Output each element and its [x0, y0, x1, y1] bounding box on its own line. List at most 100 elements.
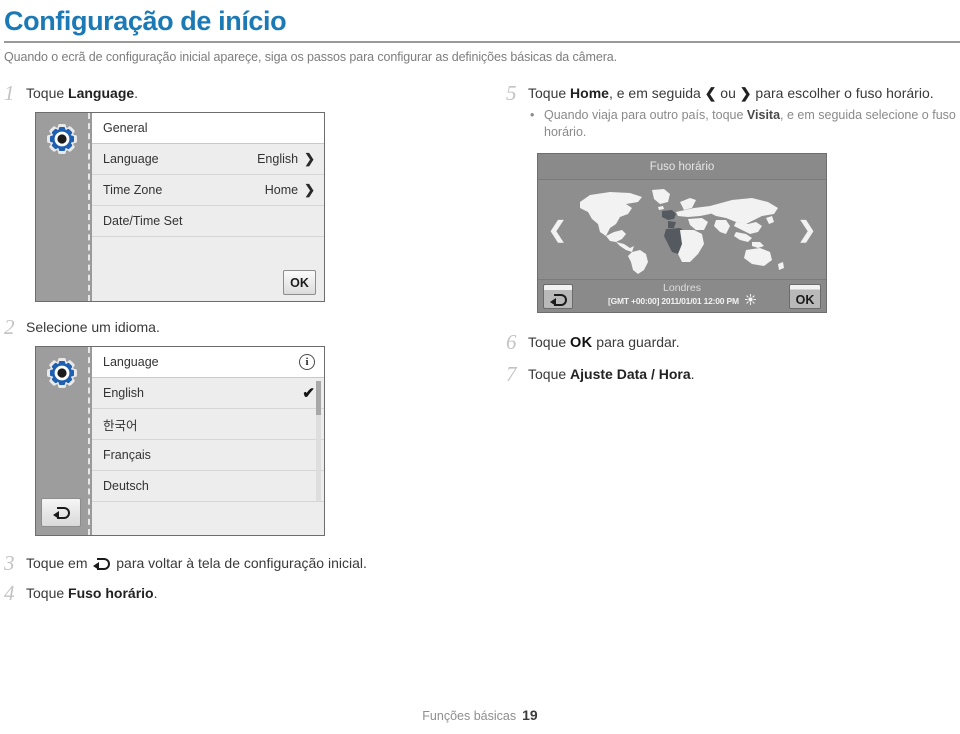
- step-1-pre: Toque: [26, 85, 69, 101]
- language-item-english[interactable]: English ✔: [92, 378, 324, 410]
- check-icon: ✔: [302, 385, 315, 403]
- step-5-post: para escolher o fuso horário.: [751, 85, 934, 101]
- timezone-next-button[interactable]: ❯: [798, 217, 816, 243]
- language-item-label: 한국어: [103, 418, 138, 433]
- chevron-right-icon: ❯: [739, 85, 752, 101]
- gear-icon: [45, 122, 79, 156]
- menu-row-date-time-set[interactable]: Date/Time Set: [92, 206, 324, 238]
- step-5-bullet: • Quando viaja para outro país, toque Vi…: [530, 107, 958, 141]
- language-item-french[interactable]: Français: [92, 440, 324, 472]
- timezone-timestamp-text: [GMT +00:00] 2011/01/01 12:00 PM: [607, 296, 739, 307]
- language-item-korean[interactable]: 한국어: [92, 409, 324, 441]
- title-divider: [4, 41, 960, 44]
- step-5-pre: Toque: [528, 85, 571, 101]
- language-list-scrollbar[interactable]: [316, 381, 321, 502]
- timezone-timestamp: [GMT +00:00] 2011/01/01 12:00 PM: [538, 294, 826, 307]
- step-5-number: 5: [506, 81, 517, 105]
- step-5-bullet-bold: Visita: [746, 108, 781, 123]
- step-4-text: Toque Fuso horário.: [26, 582, 158, 602]
- step-7-post: .: [690, 366, 695, 383]
- page-footer: Funções básicas 19: [0, 707, 960, 723]
- footer-page-number: 19: [522, 707, 538, 723]
- step-3-post: para voltar à tela de configuração inici…: [112, 555, 367, 572]
- step-6-bold: OK: [570, 335, 593, 352]
- menu-row-time-zone-label: Time Zone: [103, 183, 163, 198]
- step-6-pre: Toque: [528, 334, 571, 351]
- step-4-post: .: [153, 585, 158, 602]
- step-7: 7 Toque Ajuste Data / Hora.: [506, 363, 960, 386]
- screen-language-header-label: Language: [103, 355, 159, 370]
- step-5-bold: Home: [570, 85, 609, 101]
- page-header: Configuração de início Quando o ecrã de …: [0, 0, 960, 64]
- world-map-graphic: [580, 189, 784, 275]
- step-1-number: 1: [4, 81, 15, 105]
- step-2-number: 2: [4, 315, 15, 340]
- screen-general-header-row: General: [92, 113, 324, 145]
- step-6-text: Toque OK para guardar.: [528, 331, 680, 353]
- step-5-text: Toque Home, e em seguida ❮ ou ❯ para esc…: [528, 82, 958, 141]
- back-arrow-icon: [52, 506, 70, 520]
- gear-icon: [45, 356, 79, 390]
- left-column: 1 Toque Language. General Language Engli…: [4, 81, 474, 608]
- step-2: 2 Selecione um idioma.: [4, 315, 474, 340]
- step-5-bullet-text: Quando viaja para outro país, toque Visi…: [544, 107, 958, 141]
- menu-row-date-time-set-label: Date/Time Set: [103, 214, 183, 229]
- language-item-label: Deutsch: [103, 479, 149, 494]
- step-1-post: .: [134, 85, 139, 101]
- bullet-dot-icon: •: [530, 108, 535, 123]
- step-4-number: 4: [4, 581, 15, 606]
- screen-general-menu: General Language English ❯ Time Zone Hom…: [35, 112, 325, 303]
- menu-row-language-value: English: [257, 152, 299, 167]
- step-7-pre: Toque: [528, 366, 571, 383]
- screen-general-ok-button[interactable]: OK: [283, 270, 316, 296]
- back-arrow-icon: [93, 557, 111, 571]
- step-3-text: Toque em para voltar à tela de configura…: [26, 552, 367, 572]
- screen-language-sidebar: [36, 347, 90, 536]
- screen-general-list: General Language English ❯ Time Zone Hom…: [92, 113, 324, 302]
- step-5-mid: , e em seguida: [608, 85, 705, 101]
- timezone-prev-button[interactable]: ❮: [548, 217, 566, 243]
- screen-timezone-title: Fuso horário: [538, 154, 826, 181]
- step-7-text: Toque Ajuste Data / Hora.: [528, 363, 695, 383]
- step-2-text: Selecione um idioma.: [26, 319, 160, 336]
- screen-general-header-label: General: [103, 121, 148, 136]
- step-6: 6 Toque OK para guardar.: [506, 331, 960, 354]
- step-5-mid2: ou: [716, 85, 740, 101]
- timezone-ok-button[interactable]: OK: [789, 284, 821, 310]
- step-3-number: 3: [4, 551, 15, 576]
- step-6-post: para guardar.: [592, 334, 680, 351]
- step-7-number: 7: [506, 362, 517, 387]
- scrollbar-thumb[interactable]: [316, 381, 321, 416]
- step-6-number: 6: [506, 330, 517, 355]
- screen-timezone-footer: Londres [GMT +00:00] 2011/01/01 12:00 PM: [538, 279, 826, 313]
- screen-timezone: Fuso horário ❮ ❯ Londres [GMT +00:00] 20…: [537, 153, 827, 314]
- step-1-text: Toque Language.: [26, 82, 138, 102]
- step-7-bold: Ajuste Data / Hora: [570, 366, 691, 383]
- timezone-city-label: Londres: [663, 282, 701, 295]
- step-1: 1 Toque Language.: [4, 81, 474, 105]
- chevron-right-icon: ❯: [304, 151, 315, 167]
- menu-row-time-zone[interactable]: Time Zone Home ❯: [92, 175, 324, 207]
- screen-language-back-button[interactable]: [41, 498, 81, 528]
- step-3-pre: Toque em: [26, 555, 92, 572]
- step-5-bullet-pre: Quando viaja para outro país, toque: [544, 108, 747, 123]
- screen-language-list: Language i English ✔ 한국어 Français Deutsc…: [35, 346, 325, 537]
- sun-icon: [744, 294, 757, 307]
- screen-general-sidebar: [36, 113, 90, 302]
- chevron-left-icon: ❮: [704, 85, 717, 101]
- language-item-german[interactable]: Deutsch: [92, 471, 324, 503]
- menu-row-language[interactable]: Language English ❯: [92, 144, 324, 176]
- step-4-bold: Fuso horário: [68, 585, 154, 602]
- screen-language-header-row: Language i: [92, 347, 324, 379]
- menu-row-language-label: Language: [103, 152, 159, 167]
- info-icon[interactable]: i: [299, 354, 315, 371]
- step-5: 5 Toque Home, e em seguida ❮ ou ❯ para e…: [506, 81, 960, 141]
- chevron-right-icon: ❯: [304, 182, 315, 198]
- language-item-label: English: [103, 386, 144, 401]
- page-subtitle: Quando o ecrã de configuração inicial ap…: [4, 50, 617, 65]
- right-column: 5 Toque Home, e em seguida ❮ ou ❯ para e…: [506, 81, 960, 389]
- step-1-bold: Language: [68, 85, 135, 101]
- footer-section-label: Funções básicas: [422, 709, 517, 723]
- screen-timezone-map: ❮ ❯: [538, 181, 826, 280]
- step-4-pre: Toque: [26, 585, 69, 602]
